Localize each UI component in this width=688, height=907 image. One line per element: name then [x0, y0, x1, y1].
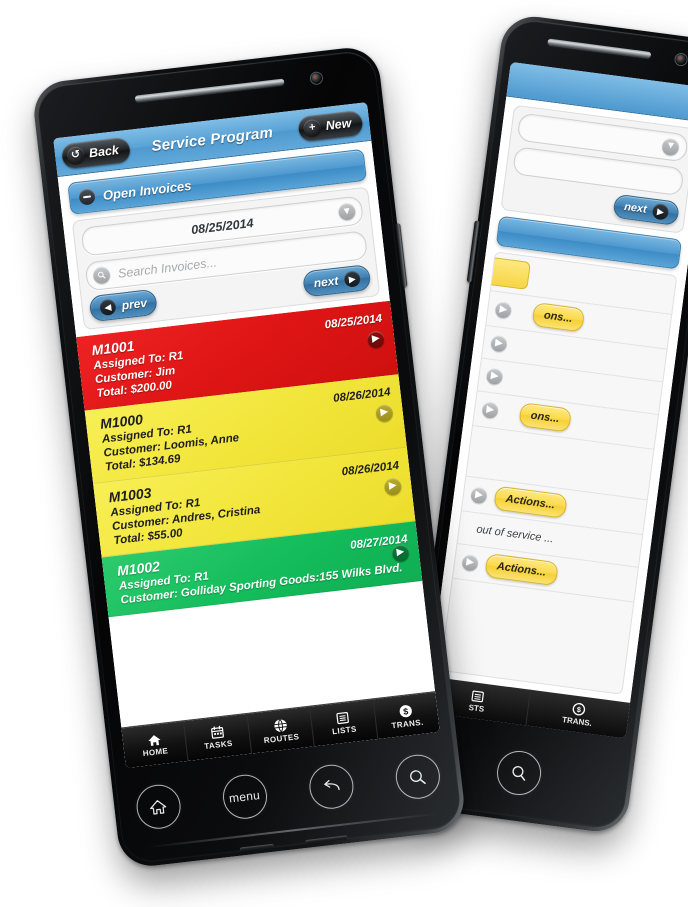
magnifier-icon	[410, 769, 426, 784]
magnifier-icon	[512, 766, 526, 781]
menu-text-icon: menu	[228, 788, 261, 806]
chevron-right-icon: ▶	[343, 270, 362, 288]
globe-icon	[273, 718, 287, 732]
section-title: Open Invoices	[102, 177, 193, 203]
tab-label: ROUTES	[263, 731, 300, 745]
chevron-right-icon[interactable]: ▶	[494, 301, 513, 319]
foreground-phone: ↺ Back Service Program + New Open Invoic…	[30, 44, 468, 870]
background-filter-panel: ▼ next ▶	[500, 104, 688, 234]
next-button[interactable]: next ▶	[302, 263, 372, 298]
tab-label: STS	[468, 702, 485, 714]
menu-button[interactable]: menu	[220, 772, 269, 822]
dollar-coin-icon: $	[399, 704, 413, 717]
background-next-label: next	[623, 200, 648, 216]
search-icon	[92, 265, 112, 285]
svg-text:$: $	[576, 705, 582, 715]
chevron-right-icon[interactable]: ▶	[489, 334, 508, 353]
invoice-list: M1001 08/25/2014 Assigned To: R1 Custome…	[76, 300, 435, 728]
new-button-label: New	[324, 116, 353, 133]
minus-collapse-icon[interactable]	[78, 188, 96, 206]
back-arrow-icon	[323, 780, 340, 791]
prev-button-label: prev	[120, 295, 148, 313]
tab-label: LISTS	[331, 724, 358, 737]
next-button-label: next	[312, 273, 340, 291]
chevron-down-icon: ▼	[661, 136, 681, 156]
back-button[interactable]	[306, 762, 356, 812]
background-next-button[interactable]: next ▶	[612, 193, 680, 226]
tab-routes[interactable]: ROUTES	[247, 706, 315, 754]
search-button[interactable]	[494, 748, 544, 798]
tab-lists[interactable]: LISTS	[310, 699, 378, 747]
dollar-coin-icon: $	[572, 702, 585, 716]
home-icon	[148, 734, 161, 746]
notebook-icon	[336, 711, 350, 725]
service-note: out of service ...	[475, 523, 555, 546]
tab-home[interactable]: HOME	[121, 721, 189, 769]
tab-label: TRANS.	[561, 715, 593, 729]
undo-arrow-icon: ↺	[66, 145, 86, 165]
notebook-icon	[471, 690, 485, 702]
actions-button[interactable]: ons...	[518, 402, 572, 433]
tab-trans[interactable]: $ TRANS.	[373, 692, 440, 739]
calendar-icon	[210, 725, 224, 739]
search-button[interactable]	[392, 752, 442, 802]
actions-button[interactable]: Actions...	[493, 485, 568, 519]
home-outline-icon	[150, 799, 167, 815]
back-button-label: Back	[88, 142, 120, 161]
chevron-right-icon: ▶	[651, 202, 670, 221]
status-chip	[485, 256, 531, 290]
tab-tasks[interactable]: TASKS	[184, 713, 252, 761]
chevron-left-icon: ◀	[98, 298, 117, 317]
chevron-right-icon[interactable]: ▶	[485, 367, 504, 386]
scene: ▼ next ▶ ▶ ons... ▶ ▶ ▶ ons... ▶ Actions…	[0, 0, 688, 907]
tab-label: TASKS	[203, 738, 234, 752]
tab-label: HOME	[142, 745, 169, 758]
chevron-right-icon[interactable]: ▶	[469, 486, 488, 505]
back-button[interactable]: ↺ Back	[60, 136, 132, 169]
prev-button[interactable]: ◀ prev	[88, 288, 159, 323]
actions-button[interactable]: ons...	[531, 301, 585, 333]
chevron-right-icon[interactable]: ▶	[481, 401, 500, 420]
tab-label: TRANS.	[391, 717, 425, 730]
new-button[interactable]: + New	[297, 109, 364, 142]
page-title: Service Program	[150, 123, 274, 155]
plus-icon: +	[302, 118, 322, 137]
actions-button[interactable]: Actions...	[484, 552, 559, 587]
home-button[interactable]	[133, 782, 183, 832]
chevron-right-icon[interactable]: ▶	[461, 553, 480, 572]
